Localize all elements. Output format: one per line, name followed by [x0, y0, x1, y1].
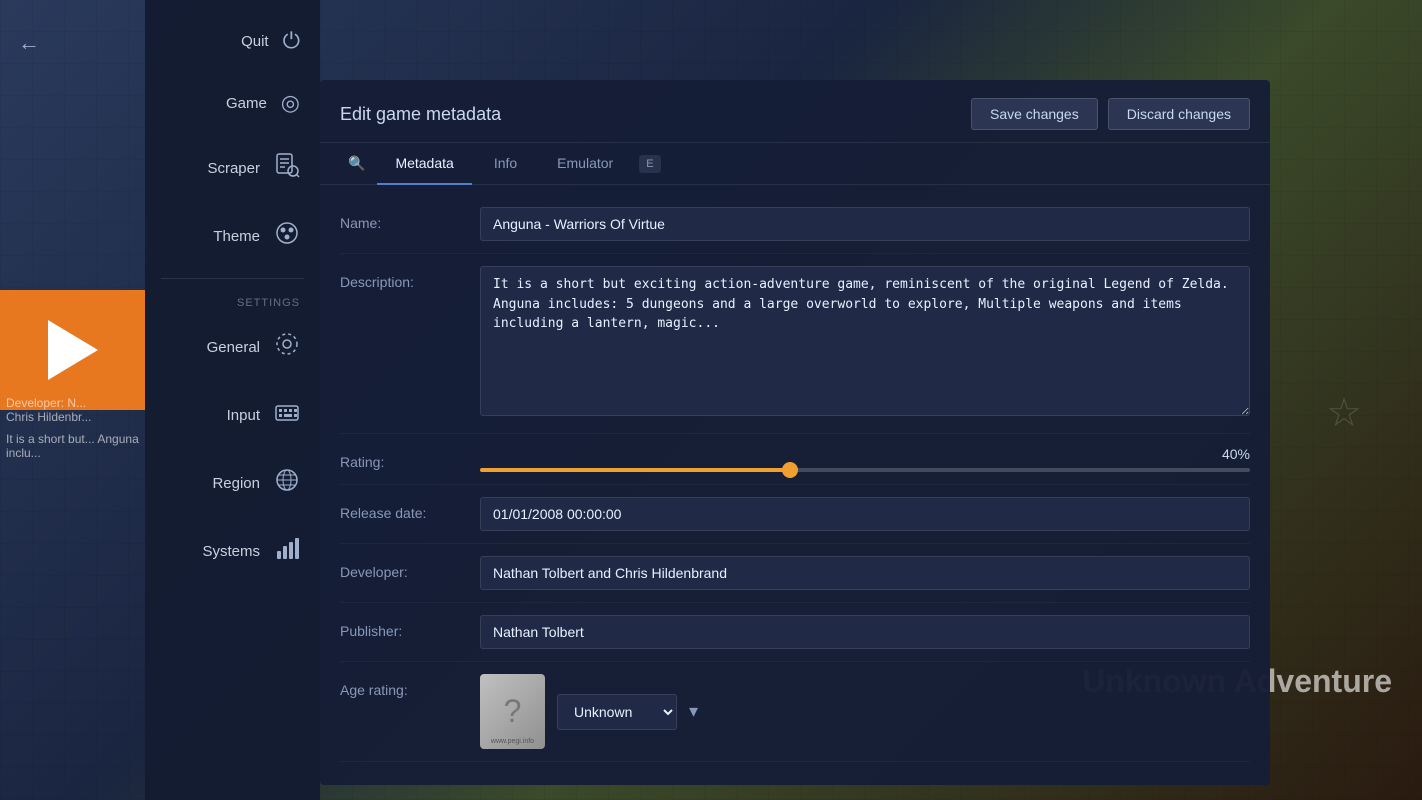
- tab-e-icon: E: [639, 155, 660, 173]
- genres-row: Genres:: [340, 762, 1250, 765]
- main-panel: Edit game metadata Save changes Discard …: [320, 80, 1270, 785]
- tab-search-icon: 🔍: [340, 143, 373, 184]
- sidebar-item-quit[interactable]: Quit ⏻: [145, 10, 320, 72]
- rating-label: Rating:: [340, 446, 480, 470]
- theme-icon: [274, 220, 300, 252]
- pegi-question-icon: ?: [504, 693, 522, 730]
- rating-container: 40%: [480, 446, 1250, 472]
- developer-value: [480, 556, 1250, 590]
- scraper-icon: [274, 152, 300, 184]
- tabs-bar: 🔍 Metadata Info Emulator E: [320, 143, 1270, 185]
- bg-info-text: Developer: N... Chris Hildenbr... It is …: [0, 390, 145, 466]
- panel-title: Edit game metadata: [340, 104, 501, 125]
- sidebar-item-theme-label: Theme: [213, 228, 260, 245]
- sidebar-item-systems-label: Systems: [202, 543, 260, 560]
- age-rating-value: ? Unknown 3 7 12 16 18 ▾: [480, 674, 1250, 749]
- rating-row: Rating: 40%: [340, 434, 1250, 485]
- description-value: It is a short but exciting action-advent…: [480, 266, 1250, 421]
- quit-icon: ⏻: [283, 28, 300, 54]
- star-icon: ☆: [1326, 390, 1362, 436]
- description-label: Description:: [340, 266, 480, 290]
- play-triangle-icon: [48, 320, 98, 380]
- name-value: [480, 207, 1250, 241]
- systems-icon: [274, 535, 300, 567]
- publisher-label: Publisher:: [340, 615, 480, 639]
- age-rating-row: Age rating: ? Unknown 3 7 12 16 18 ▾: [340, 662, 1250, 762]
- sidebar-item-quit-label: Quit: [241, 33, 269, 50]
- general-icon: [274, 331, 300, 363]
- rating-slider[interactable]: [480, 468, 1250, 472]
- sidebar-item-scraper[interactable]: Scraper: [145, 134, 320, 202]
- description-input[interactable]: It is a short but exciting action-advent…: [480, 266, 1250, 416]
- form-content: Name: Description: It is a short but exc…: [320, 185, 1270, 765]
- release-date-row: Release date:: [340, 485, 1250, 544]
- sidebar-item-scraper-label: Scraper: [207, 160, 260, 177]
- developer-input[interactable]: [480, 556, 1250, 590]
- sidebar-divider: [161, 278, 304, 279]
- game-icon: ◎: [281, 90, 300, 116]
- sidebar-item-game[interactable]: Game ◎: [145, 72, 320, 134]
- description-row: Description: It is a short but exciting …: [340, 254, 1250, 434]
- panel-actions: Save changes Discard changes: [971, 98, 1250, 130]
- name-input[interactable]: [480, 207, 1250, 241]
- region-icon: [274, 467, 300, 499]
- panel-header: Edit game metadata Save changes Discard …: [320, 80, 1270, 143]
- name-label: Name:: [340, 207, 480, 231]
- sidebar-item-input-label: Input: [227, 407, 260, 424]
- tab-metadata[interactable]: Metadata: [377, 143, 471, 185]
- sidebar-item-theme[interactable]: Theme: [145, 202, 320, 270]
- publisher-row: Publisher:: [340, 603, 1250, 662]
- sidebar: Quit ⏻ Game ◎ Scraper Theme: [145, 0, 320, 800]
- settings-label: Settings: [145, 287, 320, 313]
- sidebar-item-systems[interactable]: Systems: [145, 517, 320, 585]
- release-date-input[interactable]: [480, 497, 1250, 531]
- rating-percent-display: 40%: [480, 446, 1250, 462]
- release-date-label: Release date:: [340, 497, 480, 521]
- sidebar-item-region-label: Region: [212, 475, 260, 492]
- sidebar-item-game-label: Game: [226, 95, 267, 112]
- back-button[interactable]: ←: [18, 30, 40, 56]
- input-icon: [274, 399, 300, 431]
- name-row: Name:: [340, 195, 1250, 254]
- pegi-badge: ?: [480, 674, 545, 749]
- sidebar-item-input[interactable]: Input: [145, 381, 320, 449]
- tab-emulator[interactable]: Emulator: [539, 143, 631, 185]
- publisher-input[interactable]: [480, 615, 1250, 649]
- tab-info[interactable]: Info: [476, 143, 535, 185]
- discard-button[interactable]: Discard changes: [1108, 98, 1250, 130]
- age-rating-select[interactable]: Unknown 3 7 12 16 18: [557, 694, 677, 730]
- age-rating-label: Age rating:: [340, 674, 480, 698]
- sidebar-item-region[interactable]: Region: [145, 449, 320, 517]
- age-rating-container: ? Unknown 3 7 12 16 18 ▾: [480, 674, 1250, 749]
- developer-label: Developer:: [340, 556, 480, 580]
- publisher-value: [480, 615, 1250, 649]
- sidebar-item-general-label: General: [207, 339, 260, 356]
- sidebar-item-general[interactable]: General: [145, 313, 320, 381]
- age-chevron-icon: ▾: [689, 701, 698, 722]
- save-button[interactable]: Save changes: [971, 98, 1098, 130]
- developer-row: Developer:: [340, 544, 1250, 603]
- rating-slider-container: [480, 468, 1250, 472]
- release-date-value: [480, 497, 1250, 531]
